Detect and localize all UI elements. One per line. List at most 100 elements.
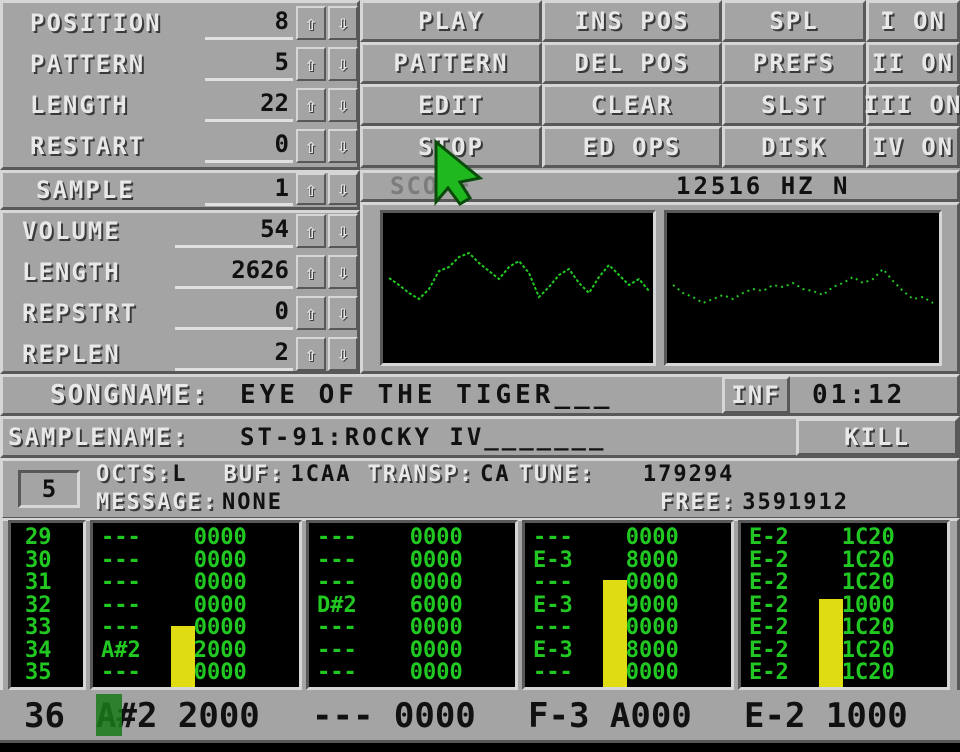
- sample-down-arrow-icon[interactable]: ⇩: [328, 173, 358, 205]
- sample-volume-up-arrow-icon[interactable]: ⇧: [296, 214, 326, 248]
- clear-button[interactable]: CLEAR: [542, 84, 722, 126]
- song-time: 01:12: [812, 380, 906, 410]
- song-position-up-arrow-icon[interactable]: ⇧: [296, 6, 326, 40]
- row-number: 32: [25, 592, 52, 618]
- message-value: NONE: [221, 489, 283, 515]
- row-number: 34: [25, 637, 52, 663]
- ed-ops-button[interactable]: ED OPS: [542, 126, 722, 168]
- channel-2-track[interactable]: --- 0000 --- 0000 --- 0000 D#2 6000 --- 0000…: [306, 520, 518, 690]
- list-item: E-3 8000: [533, 637, 679, 663]
- sample-up-arrow-icon[interactable]: ⇧: [296, 173, 326, 205]
- sample-replen-up-arrow-icon[interactable]: ⇧: [296, 337, 326, 371]
- prefs-button[interactable]: PREFS: [722, 42, 866, 84]
- vu-meter: [603, 580, 627, 687]
- channel-toggle-i-on-button[interactable]: I ON: [866, 0, 960, 42]
- sample-repstrt-down-arrow-icon[interactable]: ⇩: [328, 296, 358, 330]
- list-item: --- 0000: [317, 570, 463, 595]
- song-pattern-down-arrow-icon[interactable]: ⇩: [328, 47, 358, 81]
- list-item: --- 0000: [101, 525, 247, 550]
- song-pattern-up-arrow-icon[interactable]: ⇧: [296, 47, 326, 81]
- free-label: FREE:: [660, 489, 737, 515]
- sample-repstrt-label: REPSTRT: [22, 299, 138, 327]
- scope-right-wave: [672, 267, 934, 305]
- sample-label: SAMPLE: [36, 176, 135, 204]
- sample-value: 1: [205, 172, 293, 206]
- status-line-2: MESSAGE: NONE: [96, 488, 283, 516]
- song-length-down-arrow-icon[interactable]: ⇩: [328, 88, 358, 122]
- list-item: A#2 2000: [101, 637, 247, 663]
- row-number: 29: [25, 525, 52, 550]
- info-button[interactable]: INF: [722, 376, 790, 414]
- free-memory: FREE: 3591912: [660, 488, 849, 516]
- buf-label: BUF:: [223, 461, 285, 487]
- channel-3-track[interactable]: --- 0000 E-3 8000 --- 0000 E-3 9000 --- 0000…: [522, 520, 734, 690]
- pattern-button[interactable]: PATTERN: [360, 42, 542, 84]
- vu-meter: [819, 599, 843, 687]
- tune-label: TUNE:: [518, 461, 595, 487]
- disk-button[interactable]: DISK: [722, 126, 866, 168]
- list-item: E-3 8000: [533, 547, 679, 573]
- buf-value: 1CAA: [290, 461, 352, 487]
- sample-replen-value: 2: [175, 335, 293, 371]
- play-button[interactable]: PLAY: [360, 0, 542, 42]
- list-item: --- 0000: [533, 615, 679, 640]
- song-restart-down-arrow-icon[interactable]: ⇩: [328, 129, 358, 163]
- sample-repstrt-value: 0: [175, 294, 293, 330]
- songname-field[interactable]: EYE OF THE TIGER___: [240, 376, 613, 414]
- sample-length-down-arrow-icon[interactable]: ⇩: [328, 255, 358, 289]
- list-item: E-2 1C20: [749, 570, 895, 595]
- sample-length-up-arrow-icon[interactable]: ⇧: [296, 255, 326, 289]
- kill-button[interactable]: KILL: [796, 418, 958, 456]
- list-item: --- 0000: [101, 592, 247, 618]
- current-row-channel-4: E-2 1000: [744, 696, 908, 736]
- ins-pos-button[interactable]: INS POS: [542, 0, 722, 42]
- current-row-number: 36: [24, 696, 65, 736]
- samplename-field[interactable]: ST-91:ROCKY IV_______: [240, 418, 606, 456]
- scope-left-wave: [388, 251, 650, 301]
- octs-value: L: [172, 461, 188, 487]
- row-number: 35: [25, 660, 52, 685]
- samplename-label: SAMPLENAME:: [8, 423, 189, 451]
- slst-button[interactable]: SLST: [722, 84, 866, 126]
- scope-left: [380, 210, 656, 366]
- list-item: E-3 9000: [533, 592, 679, 618]
- channel-1-track[interactable]: --- 0000 --- 0000 --- 0000 --- 0000 --- 0000…: [90, 520, 302, 690]
- song-position-value: 8: [205, 4, 293, 40]
- mouse-pointer-icon: [430, 138, 484, 207]
- channel-toggle-iv-on-button[interactable]: IV ON: [866, 126, 960, 168]
- list-item: --- 0000: [533, 525, 679, 550]
- song-length-up-arrow-icon[interactable]: ⇧: [296, 88, 326, 122]
- status-line-1: OCTS: L BUF: 1CAA TRANSP: CA TUNE: 179294: [96, 460, 734, 488]
- sample-length-label: LENGTH: [22, 258, 121, 286]
- current-row-channel-2: --- 0000: [312, 696, 476, 736]
- song-length-value: 22: [205, 86, 293, 122]
- del-pos-button[interactable]: DEL POS: [542, 42, 722, 84]
- song-pattern-label: PATTERN: [30, 50, 146, 78]
- channel-4-track[interactable]: E-2 1C20 E-2 1C20 E-2 1C20 E-2 1000 E-2 1C20…: [738, 520, 950, 690]
- spl-button[interactable]: SPL: [722, 0, 866, 42]
- list-item: --- 0000: [317, 637, 463, 663]
- list-item: --- 0000: [317, 660, 463, 685]
- scope-frequency: 12516 HZ N: [676, 172, 851, 200]
- sample-volume-label: VOLUME: [22, 217, 121, 245]
- transp-label: TRANSP:: [367, 461, 475, 487]
- list-item: --- 0000: [317, 615, 463, 640]
- song-restart-up-arrow-icon[interactable]: ⇧: [296, 129, 326, 163]
- edit-cursor[interactable]: [96, 694, 122, 736]
- row-number: 33: [25, 615, 52, 640]
- list-item: --- 0000: [101, 660, 247, 685]
- channel-toggle-ii-on-button[interactable]: II ON: [866, 42, 960, 84]
- edit-button[interactable]: EDIT: [360, 84, 542, 126]
- sample-volume-down-arrow-icon[interactable]: ⇩: [328, 214, 358, 248]
- song-position-label: POSITION: [30, 9, 162, 37]
- sample-repstrt-up-arrow-icon[interactable]: ⇧: [296, 296, 326, 330]
- list-item: --- 0000: [533, 660, 679, 685]
- list-item: --- 0000: [317, 547, 463, 573]
- sample-length-value: 2626: [175, 253, 293, 289]
- song-restart-label: RESTART: [30, 132, 146, 160]
- row-number: 31: [25, 570, 52, 595]
- song-position-down-arrow-icon[interactable]: ⇩: [328, 6, 358, 40]
- channel-toggle-iii-on-button[interactable]: III ON: [864, 84, 960, 126]
- next-row-strip: [0, 740, 960, 752]
- sample-replen-down-arrow-icon[interactable]: ⇩: [328, 337, 358, 371]
